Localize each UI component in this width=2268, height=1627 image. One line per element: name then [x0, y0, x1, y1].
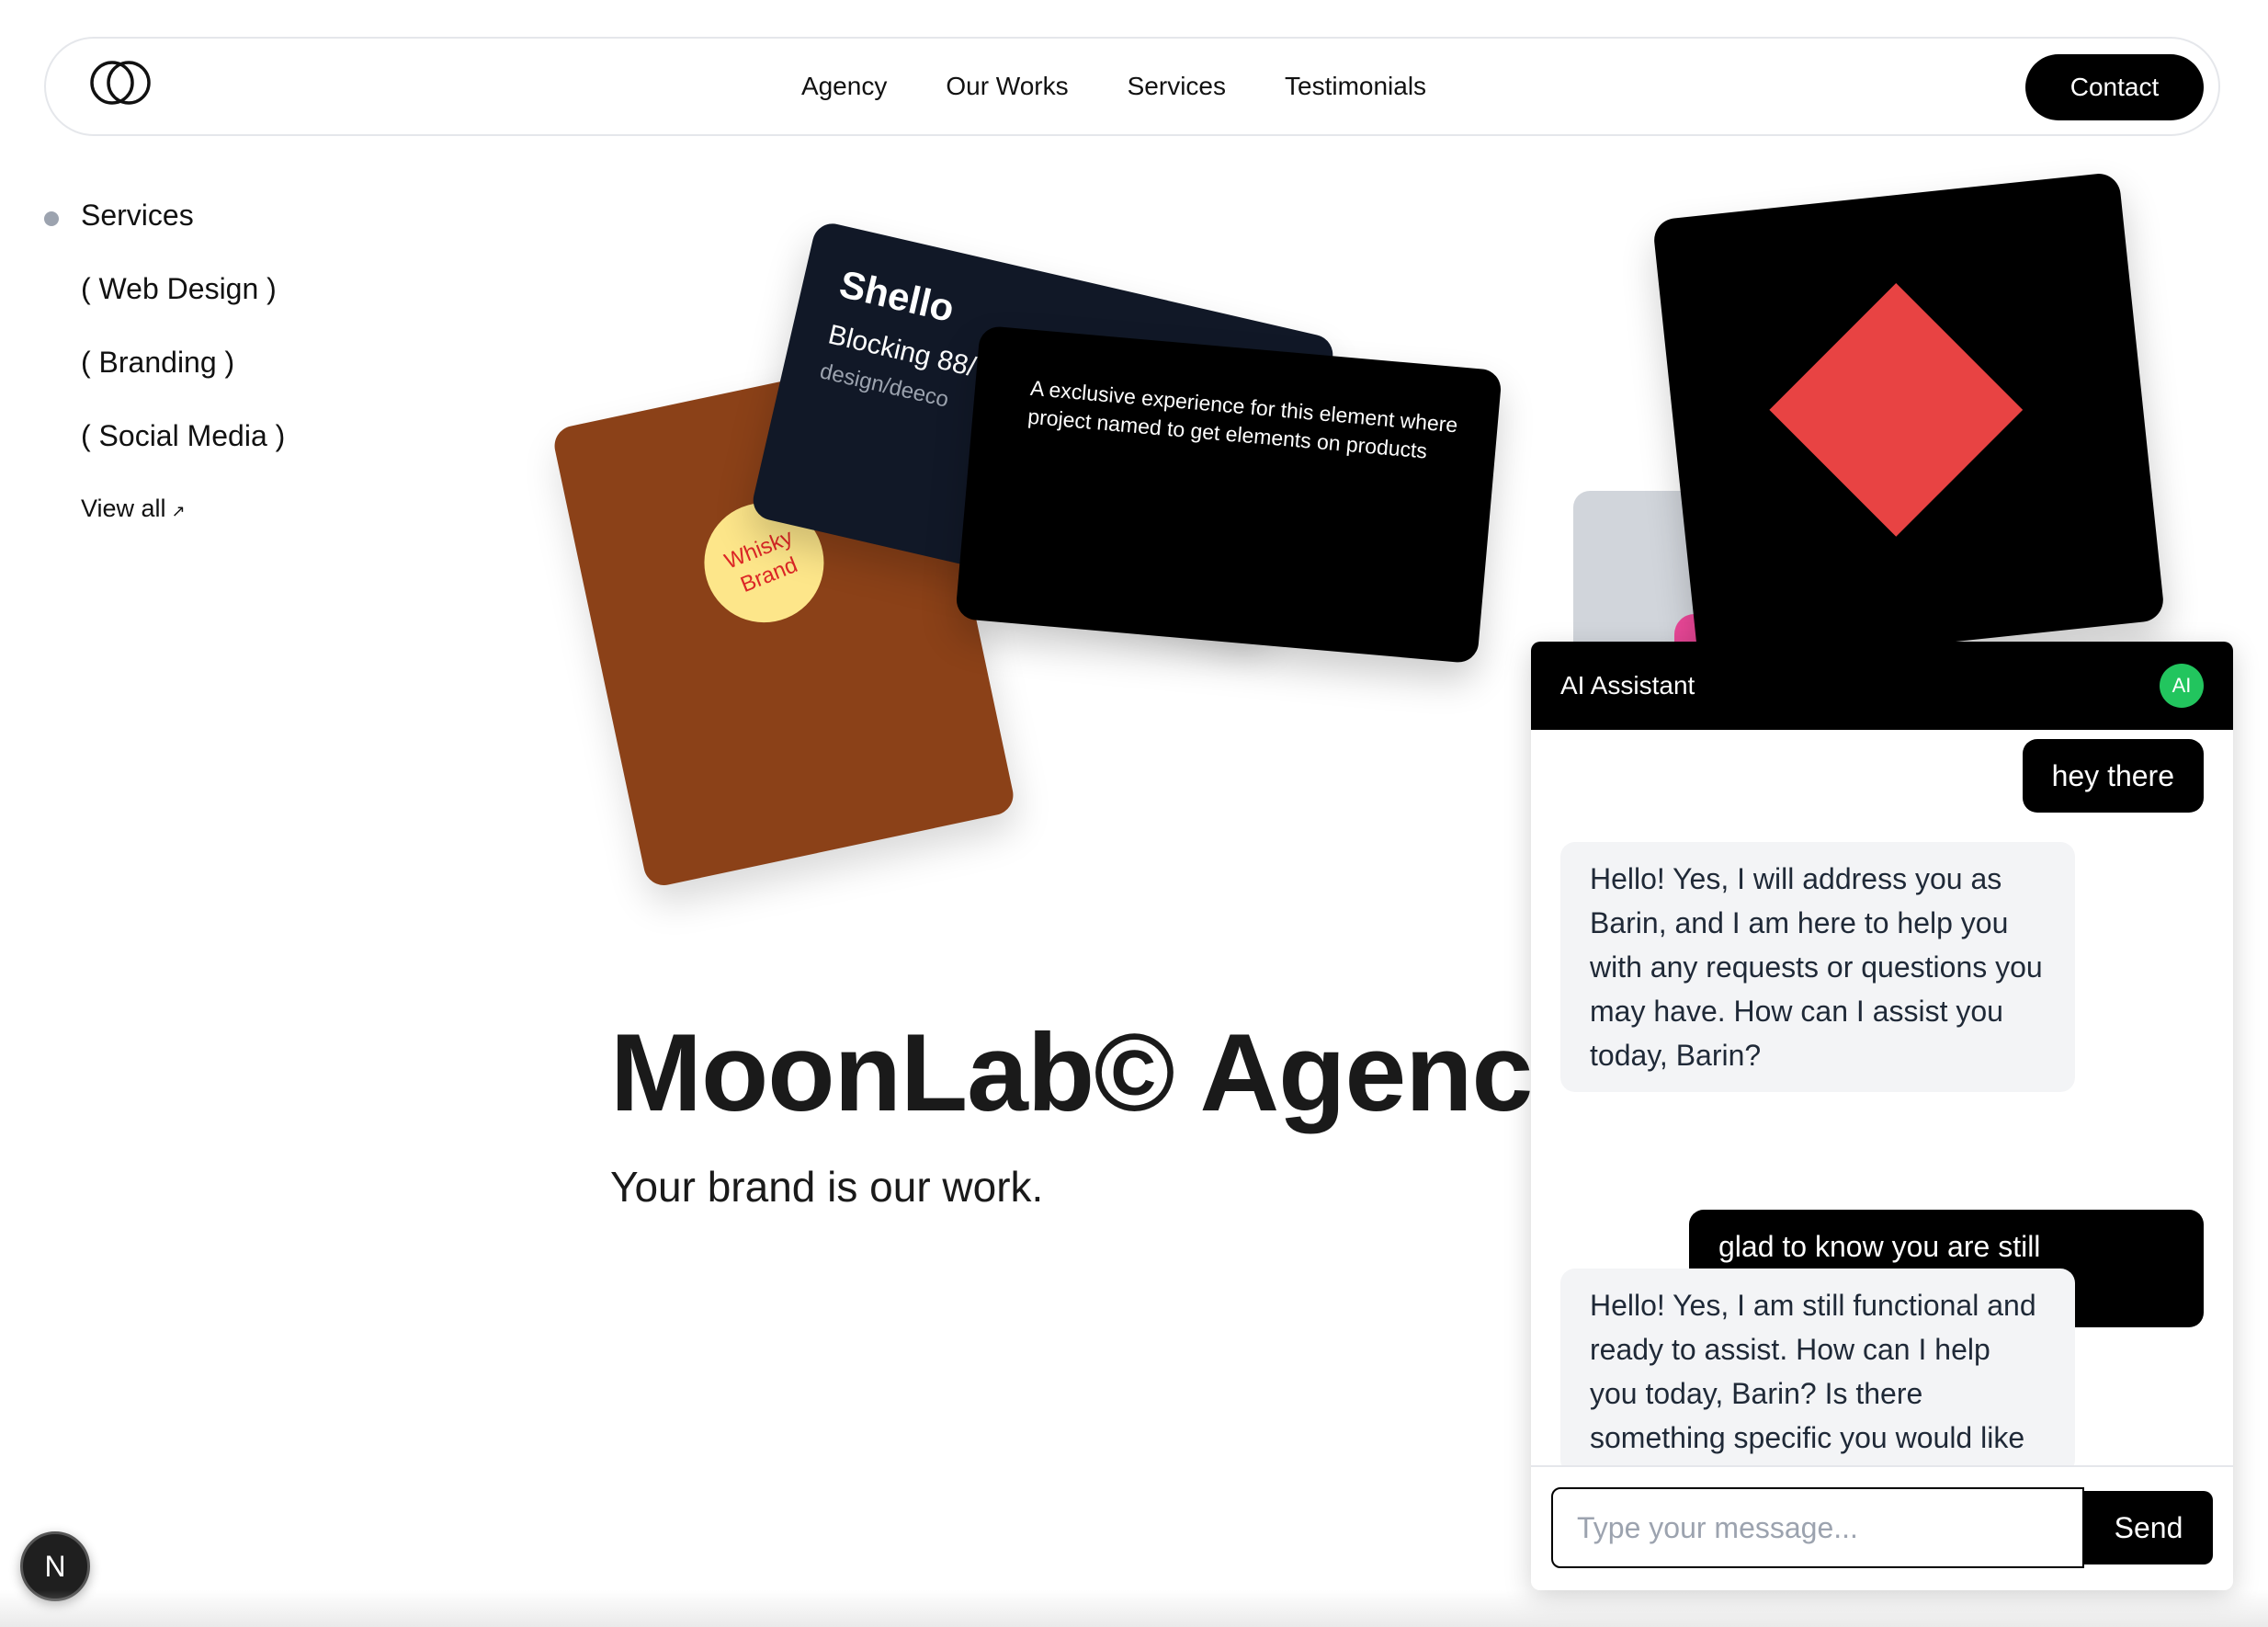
top-navbar: Agency Our Works Services Testimonials C…	[44, 37, 2220, 136]
assistant-message: Hello! Yes, I will address you as Barin,…	[1560, 842, 2075, 1092]
chat-message-input[interactable]	[1551, 1487, 2084, 1568]
bottom-fade	[0, 1590, 2268, 1627]
main-nav: Agency Our Works Services Testimonials	[46, 39, 2218, 134]
nav-services[interactable]: Services	[1128, 72, 1226, 101]
send-button[interactable]: Send	[2084, 1491, 2213, 1564]
bullet-dot-icon	[44, 211, 59, 226]
ai-assistant-chat: AI Assistant AI hey there Hello! Yes, I …	[1531, 642, 2233, 1590]
sidebar-title: Services	[81, 199, 194, 232]
hero-title: MoonLab© Agency	[610, 1011, 1593, 1134]
hero-subtitle: Your brand is our work.	[610, 1163, 1044, 1211]
sidebar-item-branding[interactable]: ( Branding )	[81, 346, 234, 380]
chat-input-bar: Send	[1531, 1465, 2233, 1590]
sidebar-item-social-media[interactable]: ( Social Media )	[81, 419, 285, 453]
sidebar-item-web-design[interactable]: ( Web Design )	[81, 272, 277, 306]
user-message: hey there	[2022, 739, 2204, 813]
card-title: Shello	[835, 262, 958, 331]
nav-agency[interactable]: Agency	[801, 72, 887, 101]
page: Agency Our Works Services Testimonials C…	[0, 0, 2268, 1627]
arrow-up-right-icon: ↗	[171, 502, 186, 520]
chat-header: AI Assistant AI	[1531, 642, 2233, 730]
assistant-message: Hello! Yes, I am still functional and re…	[1560, 1269, 2075, 1465]
red-diamond-shape	[1769, 282, 2024, 537]
ai-avatar: AI	[2160, 664, 2204, 708]
nav-testimonials[interactable]: Testimonials	[1285, 72, 1426, 101]
chat-messages[interactable]: hey there Hello! Yes, I will address you…	[1531, 730, 2233, 1465]
chat-title: AI Assistant	[1560, 671, 1695, 700]
contact-button[interactable]: Contact	[2025, 54, 2204, 120]
project-card-diamond[interactable]	[1651, 171, 2166, 669]
card-description: A exclusive experience for this element …	[1026, 375, 1459, 463]
nav-our-works[interactable]: Our Works	[946, 72, 1068, 101]
project-card-black[interactable]: A exclusive experience for this element …	[955, 324, 1503, 665]
view-all-link[interactable]: View all ↗	[81, 495, 186, 523]
view-all-label: View all	[81, 495, 166, 522]
